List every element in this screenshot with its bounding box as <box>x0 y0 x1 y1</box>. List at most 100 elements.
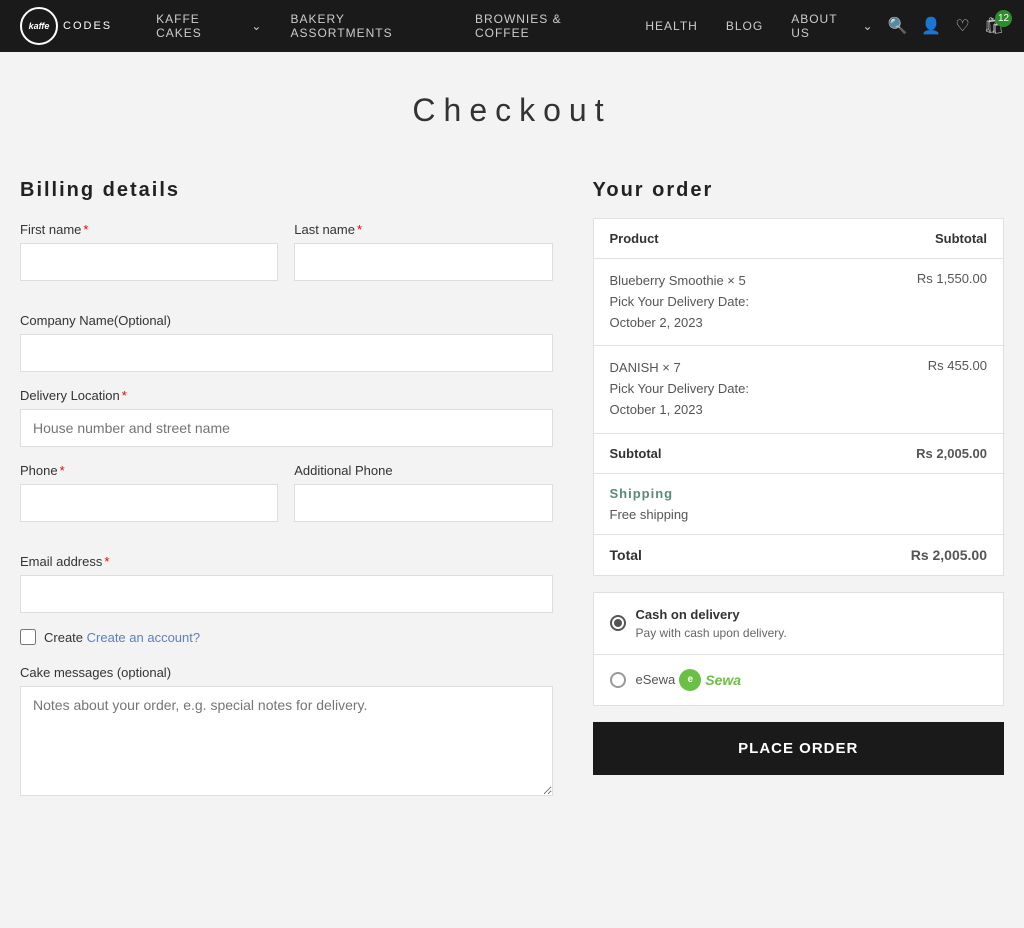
order-item-1: Blueberry Smoothie × 5 Pick Your Deliver… <box>594 259 1003 346</box>
nav-blog[interactable]: BLOG <box>712 19 777 33</box>
cart-count: 12 <box>995 10 1012 27</box>
total-label: Total <box>610 547 642 563</box>
cod-option-inner: Cash on delivery Pay with cash upon deli… <box>636 607 787 640</box>
create-account-row: Create Create an account? <box>20 629 553 645</box>
create-account-label: Create Create an account? <box>44 630 200 645</box>
last-name-input[interactable] <box>294 243 552 281</box>
email-group: Email address* <box>20 554 553 613</box>
chevron-down-icon: ⌄ <box>862 19 873 33</box>
nav-health[interactable]: HEALTH <box>631 19 711 33</box>
esewa-logo: eSewa e Sewa <box>636 669 742 691</box>
order-item-1-details: Blueberry Smoothie × 5 Pick Your Deliver… <box>610 271 749 333</box>
company-name-input[interactable] <box>20 334 553 372</box>
order-item-2-details: DANISH × 7 Pick Your Delivery Date: Octo… <box>610 358 749 420</box>
required-indicator: * <box>60 463 65 478</box>
additional-phone-group: Additional Phone <box>294 463 552 522</box>
shipping-title: Shipping <box>610 486 987 501</box>
order-item-2-delivery-date: October 1, 2023 <box>610 400 749 421</box>
order-table-header: Product Subtotal <box>594 219 1003 259</box>
order-section-title: Your order <box>593 179 1004 202</box>
delivery-location-label: Delivery Location* <box>20 388 553 403</box>
user-icon: 👤 <box>921 16 941 36</box>
nav-kaffe-cakes[interactable]: KAFFE CAKES ⌄ <box>142 12 276 40</box>
logo-icon: kaffe <box>20 7 58 45</box>
page-wrapper: Checkout Billing details First name* Las… <box>0 52 1024 872</box>
search-button[interactable]: 🔍 <box>888 16 908 36</box>
phone-input[interactable] <box>20 484 278 522</box>
esewa-text-label: eSewa <box>636 672 676 687</box>
order-shipping-section: Shipping Free shipping <box>594 474 1003 535</box>
required-indicator: * <box>104 554 109 569</box>
required-indicator: * <box>122 388 127 403</box>
nav-icons: 🔍 👤 ♡ 🛍 12 <box>888 16 1005 36</box>
cake-messages-label: Cake messages (optional) <box>20 665 553 680</box>
order-item-1-price: Rs 1,550.00 <box>907 271 987 286</box>
shipping-value: Free shipping <box>610 507 987 522</box>
subtotal-col-header: Subtotal <box>935 231 987 246</box>
logo-text: CODES <box>63 20 112 32</box>
subtotal-value: Rs 2,005.00 <box>916 446 987 461</box>
order-item-2: DANISH × 7 Pick Your Delivery Date: Octo… <box>594 346 1003 433</box>
total-value: Rs 2,005.00 <box>911 547 987 563</box>
company-name-group: Company Name(Optional) <box>20 313 553 372</box>
order-item-1-delivery-label: Pick Your Delivery Date: <box>610 292 749 313</box>
esewa-brand-name: Sewa <box>705 672 741 688</box>
delivery-location-input[interactable] <box>20 409 553 447</box>
navigation: kaffe CODES KAFFE CAKES ⌄ BAKERY ASSORTM… <box>0 0 1024 52</box>
payment-esewa-option[interactable]: eSewa e Sewa <box>594 655 1003 705</box>
cart-button[interactable]: 🛍 12 <box>984 16 1004 36</box>
first-name-label: First name* <box>20 222 278 237</box>
first-name-input[interactable] <box>20 243 278 281</box>
phone-group: Phone* <box>20 463 278 522</box>
last-name-label: Last name* <box>294 222 552 237</box>
cake-messages-group: Cake messages (optional) <box>20 665 553 796</box>
chevron-down-icon: ⌄ <box>251 19 262 33</box>
order-item-1-name: Blueberry Smoothie × 5 <box>610 271 749 292</box>
phone-label: Phone* <box>20 463 278 478</box>
order-table: Product Subtotal Blueberry Smoothie × 5 … <box>593 218 1004 576</box>
company-name-label: Company Name(Optional) <box>20 313 553 328</box>
name-row: First name* Last name* <box>20 222 553 297</box>
order-item-1-delivery-date: October 2, 2023 <box>610 313 749 334</box>
account-button[interactable]: 👤 <box>921 16 941 36</box>
nav-links: KAFFE CAKES ⌄ BAKERY ASSORTMENTS BROWNIE… <box>142 12 887 40</box>
nav-brownies-coffee[interactable]: BROWNIES & COFFEE <box>461 12 631 40</box>
esewa-radio <box>610 672 626 688</box>
cod-radio-dot <box>614 619 622 627</box>
required-indicator: * <box>83 222 88 237</box>
cod-description: Pay with cash upon delivery. <box>636 626 787 640</box>
nav-about-us[interactable]: ABOUT US ⌄ <box>777 12 887 40</box>
email-input[interactable] <box>20 575 553 613</box>
create-account-checkbox[interactable] <box>20 629 36 645</box>
billing-section: Billing details First name* Last name* C… <box>20 179 553 812</box>
cake-messages-textarea[interactable] <box>20 686 553 796</box>
cod-label: Cash on delivery <box>636 607 787 622</box>
email-label: Email address* <box>20 554 553 569</box>
logo[interactable]: kaffe CODES <box>20 7 112 45</box>
create-account-link[interactable]: Create an account? <box>87 630 200 645</box>
payment-cod-option[interactable]: Cash on delivery Pay with cash upon deli… <box>594 593 1003 655</box>
order-section: Your order Product Subtotal Blueberry Sm… <box>593 179 1004 775</box>
cod-radio <box>610 615 626 631</box>
nav-bakery-assortments[interactable]: BAKERY ASSORTMENTS <box>276 12 460 40</box>
heart-icon: ♡ <box>955 16 969 36</box>
delivery-location-group: Delivery Location* <box>20 388 553 447</box>
esewa-icon: e <box>679 669 701 691</box>
order-item-2-price: Rs 455.00 <box>918 358 987 373</box>
required-indicator: * <box>357 222 362 237</box>
additional-phone-label: Additional Phone <box>294 463 552 478</box>
page-title: Checkout <box>20 92 1004 129</box>
order-subtotal-row: Subtotal Rs 2,005.00 <box>594 434 1003 474</box>
order-item-2-delivery-label: Pick Your Delivery Date: <box>610 379 749 400</box>
order-item-2-name: DANISH × 7 <box>610 358 749 379</box>
product-col-header: Product <box>610 231 659 246</box>
search-icon: 🔍 <box>888 16 908 36</box>
checkout-layout: Billing details First name* Last name* C… <box>20 179 1004 812</box>
additional-phone-input[interactable] <box>294 484 552 522</box>
subtotal-label: Subtotal <box>610 446 662 461</box>
last-name-group: Last name* <box>294 222 552 281</box>
order-total-row: Total Rs 2,005.00 <box>594 535 1003 575</box>
wishlist-button[interactable]: ♡ <box>955 16 969 36</box>
first-name-group: First name* <box>20 222 278 281</box>
place-order-button[interactable]: Place order <box>593 722 1004 775</box>
